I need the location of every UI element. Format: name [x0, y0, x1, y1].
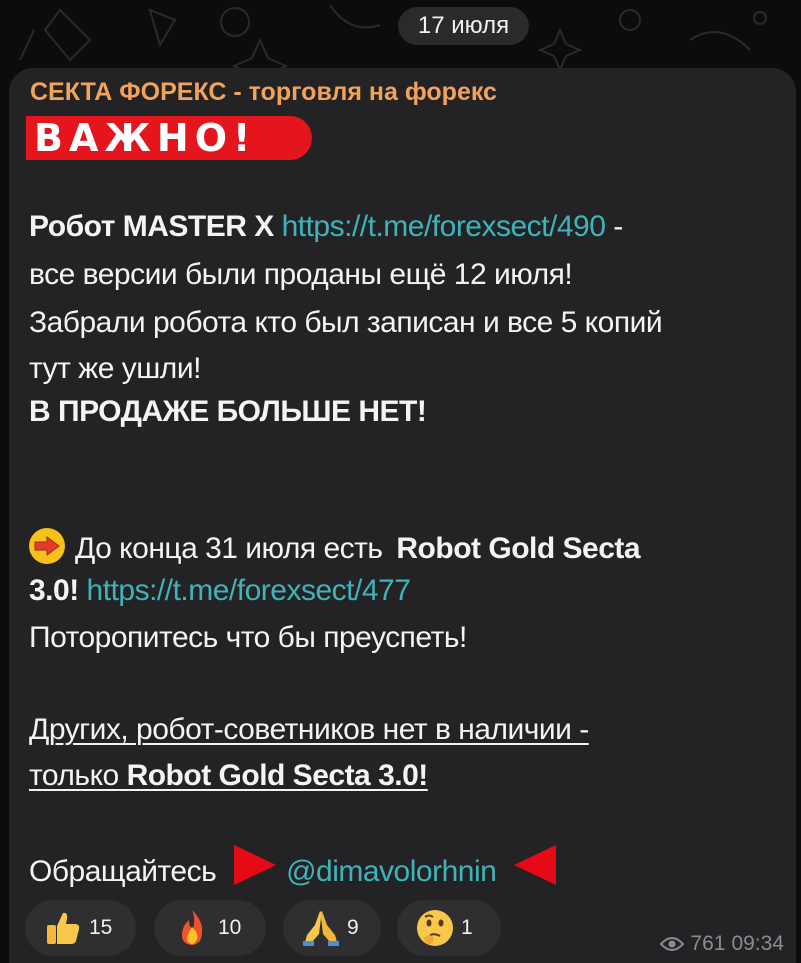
message-line: До конца 31 июля есть Robot Gold Secta [29, 528, 641, 569]
message-line: Обращайтесь @dimavolorhnin [29, 843, 566, 892]
message-line: Поторопитесь что бы преуспеть! [29, 621, 467, 654]
fire-icon [172, 908, 212, 948]
message-line-underlined: только Robot Gold Secta 3.0! [29, 756, 428, 796]
reaction-thumbs-up[interactable]: 15 [25, 900, 136, 956]
message-line: все версии были проданы ещё 12 июля! [29, 258, 573, 291]
views-count: 761 [690, 932, 726, 955]
reaction-thinking[interactable]: 1 [397, 900, 501, 956]
message-meta: 761 09:34 [660, 932, 784, 956]
dash-text: - [605, 210, 623, 243]
reaction-count: 15 [89, 916, 113, 939]
message-line-underlined: Других, робот-советников нет в наличии - [29, 713, 589, 746]
important-banner-text: ВАЖНО! [34, 116, 257, 160]
contact-text: Обращайтесь [29, 855, 217, 888]
channel-name[interactable]: СЕКТА ФОРЕКС - торговля на форекс [30, 78, 497, 107]
thumbs-up-icon [43, 908, 83, 948]
robot-master-label: Робот MASTER X [29, 210, 274, 243]
reaction-fire[interactable]: 10 [154, 900, 266, 956]
thinking-face-icon [415, 908, 455, 948]
folded-hands-icon [301, 908, 341, 948]
reaction-count: 10 [218, 916, 242, 939]
right-arrow-emoji-icon [29, 528, 65, 564]
message-line: Робот MASTER X https://t.me/forexsect/49… [29, 207, 623, 247]
message-time: 09:34 [731, 932, 784, 955]
reaction-count: 1 [461, 916, 473, 939]
message-line: Забрали робота кто был записан и все 5 к… [29, 306, 663, 339]
reaction-folded-hands[interactable]: 9 [283, 900, 381, 956]
red-triangle-left-icon [514, 845, 557, 885]
deadline-text: До конца 31 июля есть [75, 532, 383, 565]
link-forexsect-490[interactable]: https://t.me/forexsect/490 [282, 210, 606, 243]
message-line: тут же ушли! [29, 352, 201, 385]
message-line: 3.0! https://t.me/forexsect/477 [29, 571, 411, 611]
red-triangle-right-icon [234, 845, 277, 885]
reaction-count: 9 [347, 916, 359, 939]
link-forexsect-477[interactable]: https://t.me/forexsect/477 [87, 574, 411, 607]
product-name: Robot Gold Secta [396, 532, 641, 565]
important-banner: ВАЖНО! [26, 116, 312, 160]
message-bubble[interactable]: СЕКТА ФОРЕКС - торговля на форекс ВАЖНО!… [9, 68, 796, 963]
eye-icon [660, 937, 685, 951]
date-separator-pill: 17 июля [398, 7, 529, 45]
product-version: 3.0! [29, 574, 79, 607]
product-name-bold: Robot Gold Secta 3.0! [126, 759, 429, 792]
only-text: только [29, 759, 119, 792]
message-line-bold: В ПРОДАЖЕ БОЛЬШЕ НЕТ! [29, 395, 427, 428]
contact-handle-link[interactable]: @dimavolorhnin [286, 855, 497, 888]
